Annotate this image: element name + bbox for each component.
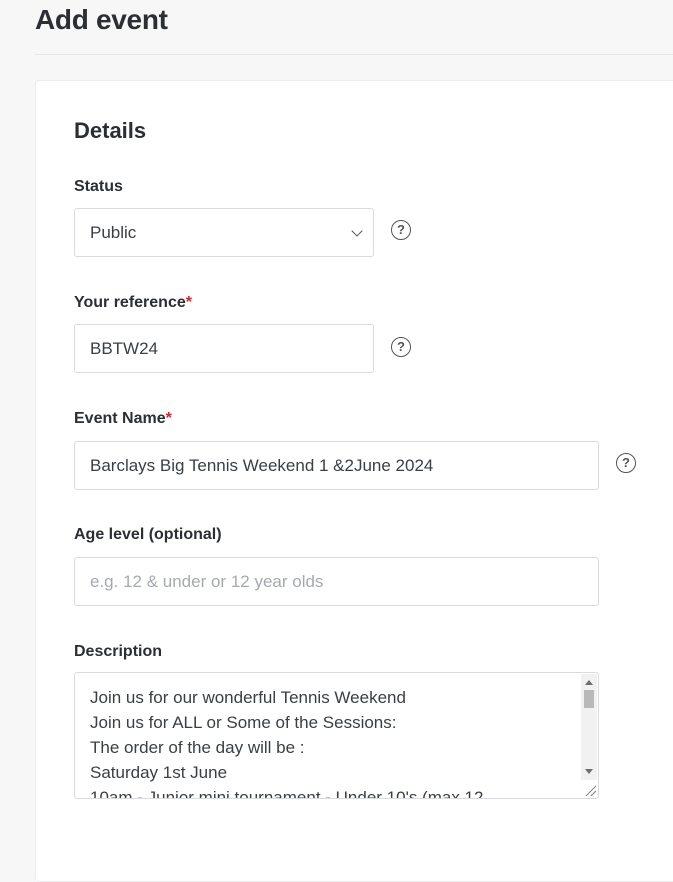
reference-help-icon[interactable]: ? — [391, 337, 411, 357]
reference-input[interactable]: BBTW24 — [74, 324, 374, 373]
reference-label-text: Your reference — [74, 294, 186, 311]
description-line: Join us for ALL or Some of the Sessions: — [90, 713, 397, 732]
event-name-input-value: Barclays Big Tennis Weekend 1 &2June 202… — [90, 456, 434, 475]
reference-label: Your reference* — [74, 294, 192, 312]
description-line: The order of the day will be : — [90, 738, 305, 757]
description-label: Description — [74, 643, 163, 660]
scrollbar-thumb[interactable] — [584, 690, 594, 708]
event-name-label-text: Event Name — [74, 410, 166, 427]
chevron-down-icon — [351, 225, 363, 237]
age-level-label: Age level (optional) — [74, 526, 222, 543]
event-name-help-icon[interactable]: ? — [616, 453, 636, 473]
description-line: 10am - Junior mini tournament - Under 10… — [90, 788, 484, 799]
description-scrollbar[interactable] — [581, 674, 597, 780]
description-textarea[interactable]: Join us for our wonderful Tennis Weekend… — [74, 672, 599, 799]
section-title: Details — [74, 118, 147, 143]
scroll-down-icon[interactable] — [585, 769, 593, 774]
status-select-value: Public — [90, 223, 137, 242]
status-help-icon[interactable]: ? — [391, 220, 411, 240]
description-line: Saturday 1st June — [90, 763, 228, 782]
event-name-label: Event Name* — [74, 410, 172, 428]
description-line: Join us for our wonderful Tennis Weekend — [90, 688, 406, 707]
status-label: Status — [74, 178, 123, 195]
scroll-up-icon[interactable] — [585, 680, 593, 685]
event-name-input[interactable]: Barclays Big Tennis Weekend 1 &2June 202… — [74, 441, 599, 490]
required-marker: * — [165, 410, 172, 427]
age-level-input[interactable]: e.g. 12 & under or 12 year olds — [74, 557, 599, 606]
reference-input-value: BBTW24 — [90, 339, 159, 358]
description-text: Join us for our wonderful Tennis Weekend… — [90, 685, 576, 799]
resize-handle-icon[interactable] — [584, 784, 596, 796]
page-title: Add event — [35, 4, 168, 35]
required-marker: * — [185, 294, 192, 311]
title-divider — [35, 54, 673, 55]
age-level-placeholder: e.g. 12 & under or 12 year olds — [90, 572, 324, 591]
status-select[interactable]: Public — [74, 208, 374, 257]
